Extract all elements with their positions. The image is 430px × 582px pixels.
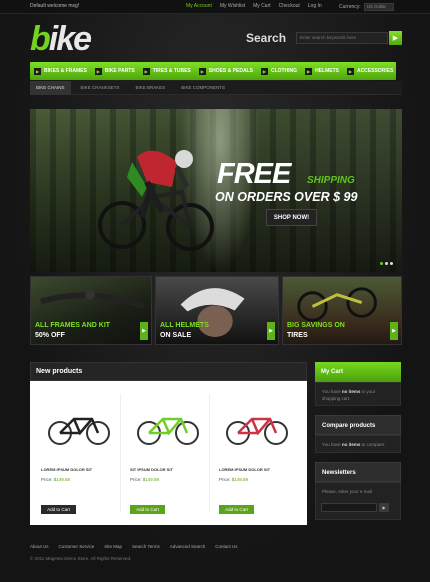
hero-banner[interactable]: FREE SHIPPING ON ORDERS OVER $ 99 SHOP N… — [30, 109, 402, 272]
promo-line-2: Tires — [287, 332, 308, 339]
arrow-right-icon: ▶ — [382, 505, 386, 510]
newsletter-email-input[interactable] — [321, 503, 377, 512]
slider-dot[interactable] — [390, 262, 393, 265]
nav-item-clothing[interactable]: ▶ Clothing — [257, 67, 301, 75]
slider-pagination — [380, 262, 393, 265]
chevron-right-icon[interactable]: ▶ — [267, 322, 275, 340]
nav-item-bikes-frames[interactable]: ▶ Bikes & Frames — [30, 67, 91, 75]
footer-link-contact-us[interactable]: Contact Us — [215, 544, 237, 549]
product-card[interactable]: SIT IPSUM DOLOR SIT Price: $149.59 Add t… — [127, 394, 210, 514]
add-to-cart-button[interactable]: Add to Cart — [130, 505, 165, 514]
slider-dot[interactable] — [380, 262, 383, 265]
currency-label: Currency: — [339, 4, 361, 10]
logo-rest: ike — [48, 20, 92, 58]
product-name[interactable]: LOREM IPSUM DOLOR SIT — [41, 467, 92, 472]
chevron-right-icon[interactable]: ▶ — [140, 322, 148, 340]
promo-tile-frames[interactable]: All Frames and Kit 50% OFF ▶ — [30, 276, 152, 345]
currency-select[interactable]: US Dollar — [363, 3, 394, 11]
product-price: Price: $149.59 — [41, 477, 71, 482]
search-button[interactable]: ▶ — [389, 31, 402, 45]
hero-orders-text: ON ORDERS OVER $ 99 — [215, 190, 358, 204]
footer-link-advanced-search[interactable]: Advanced Search — [170, 544, 206, 549]
newsletters-body: Please, enter your e-mail — [315, 482, 401, 520]
top-links: My Account My Wishlist My Cart Checkout … — [186, 3, 322, 9]
arrow-right-icon: ▶ — [392, 35, 399, 42]
link-my-account[interactable]: My Account — [186, 3, 212, 9]
nav-item-shoes-pedals[interactable]: ▶ Shoes & Pedals — [195, 67, 257, 75]
promo-line-1: Big Savings On — [287, 322, 345, 329]
subnav-item-bike-brakes[interactable]: Bike Brakes — [130, 81, 172, 95]
site-logo[interactable]: bike — [30, 20, 92, 58]
subnav-item-bike-cranksets[interactable]: Bike Cranksets — [75, 81, 126, 95]
chevron-right-icon: ▶ — [142, 67, 150, 75]
promo-line-1: All Helmets — [160, 322, 209, 329]
search-label: Search — [246, 31, 287, 45]
link-log-in[interactable]: Log In — [308, 3, 322, 9]
product-name[interactable]: SIT IPSUM DOLOR SIT — [130, 467, 173, 472]
compare-products-body: You have no items to compare. — [315, 435, 401, 453]
nav-item-bike-parts[interactable]: ▶ Bike Parts — [91, 67, 139, 75]
slider-dot[interactable] — [385, 262, 388, 265]
bike-product-image[interactable] — [224, 407, 290, 447]
hero-free-text: FREE — [217, 158, 291, 190]
cyclist-illustration — [98, 150, 214, 251]
chevron-right-icon: ▶ — [34, 67, 41, 75]
product-price: Price: $149.59 — [130, 477, 160, 482]
my-cart-heading: My Cart — [315, 362, 401, 382]
product-card[interactable]: LOREM IPSUM DOLOR SIT Price: $149.59 Add… — [38, 394, 121, 514]
footer-link-about-us[interactable]: About Us — [30, 544, 49, 549]
promo-tile-tires[interactable]: Big Savings On Tires ▶ — [282, 276, 402, 345]
footer-link-customer-service[interactable]: Customer Service — [59, 544, 95, 549]
newsletter-submit-button[interactable]: ▶ — [379, 503, 389, 512]
footer-link-search-terms[interactable]: Search Terms — [132, 544, 160, 549]
footer-links: About Us Customer Service Site Map Searc… — [30, 544, 238, 549]
promo-line-2: On Sale — [160, 332, 192, 339]
my-cart-body: You have no items in your shopping cart. — [315, 382, 401, 406]
subnav-item-bike-chains[interactable]: Bike Chains — [30, 80, 71, 95]
promo-line-2: 50% OFF — [35, 332, 65, 339]
chevron-right-icon: ▶ — [198, 67, 206, 75]
product-card[interactable]: LOREM IPSUM DOLOR SIT Price: $149.59 Add… — [216, 394, 299, 514]
chevron-right-icon: ▶ — [94, 67, 102, 75]
add-to-cart-button[interactable]: Add to Cart — [219, 505, 254, 514]
chevron-right-icon[interactable]: ▶ — [390, 322, 398, 340]
footer-link-site-map[interactable]: Site Map — [104, 544, 122, 549]
copyright: © 2011 Magento Demo Store. All Rights Re… — [30, 556, 132, 561]
shop-now-button[interactable]: SHOP NOW! — [266, 209, 317, 226]
add-to-cart-button[interactable]: Add to Cart — [41, 505, 76, 514]
nav-item-tires-tubes[interactable]: ▶ Tires & Tubes — [139, 67, 195, 75]
chevron-right-icon: ▶ — [346, 67, 354, 75]
nav-item-accessories[interactable]: ▶ Accessories — [343, 67, 397, 75]
bike-product-image[interactable] — [46, 407, 112, 447]
logo-initial: b — [30, 20, 51, 58]
product-grid: LOREM IPSUM DOLOR SIT Price: $149.59 Add… — [30, 381, 307, 525]
link-my-cart[interactable]: My Cart — [253, 3, 271, 9]
nav-item-helmets[interactable]: ▶ Helmets — [301, 67, 343, 75]
welcome-message: Default welcome msg! — [30, 3, 80, 9]
chevron-right-icon: ▶ — [260, 67, 268, 75]
promo-line-1: All Frames and Kit — [35, 322, 111, 329]
hero-shipping-text: SHIPPING — [307, 175, 355, 186]
link-checkout[interactable]: Checkout — [279, 3, 300, 9]
main-nav: ▶ Bikes & Frames ▶ Bike Parts ▶ Tires & Tub… — [30, 62, 396, 80]
link-my-wishlist[interactable]: My Wishlist — [220, 3, 245, 9]
sub-nav: Bike Chains Bike Cranksets Bike Brakes B… — [30, 80, 402, 95]
chevron-right-icon: ▶ — [305, 67, 313, 75]
promo-tile-helmets[interactable]: All Helmets On Sale ▶ — [155, 276, 279, 345]
search-input[interactable]: Enter search keywords here — [296, 32, 388, 44]
product-name[interactable]: LOREM IPSUM DOLOR SIT — [219, 467, 270, 472]
newsletters-heading: Newsletters — [315, 462, 401, 482]
compare-products-heading: Compare products — [315, 415, 401, 435]
product-price: Price: $149.59 — [219, 477, 249, 482]
new-products-heading: New products — [30, 362, 307, 381]
bike-product-image[interactable] — [135, 407, 201, 447]
currency-switcher: Currency: US Dollar — [339, 3, 394, 11]
subnav-item-bike-components[interactable]: Bike Components — [175, 81, 231, 95]
